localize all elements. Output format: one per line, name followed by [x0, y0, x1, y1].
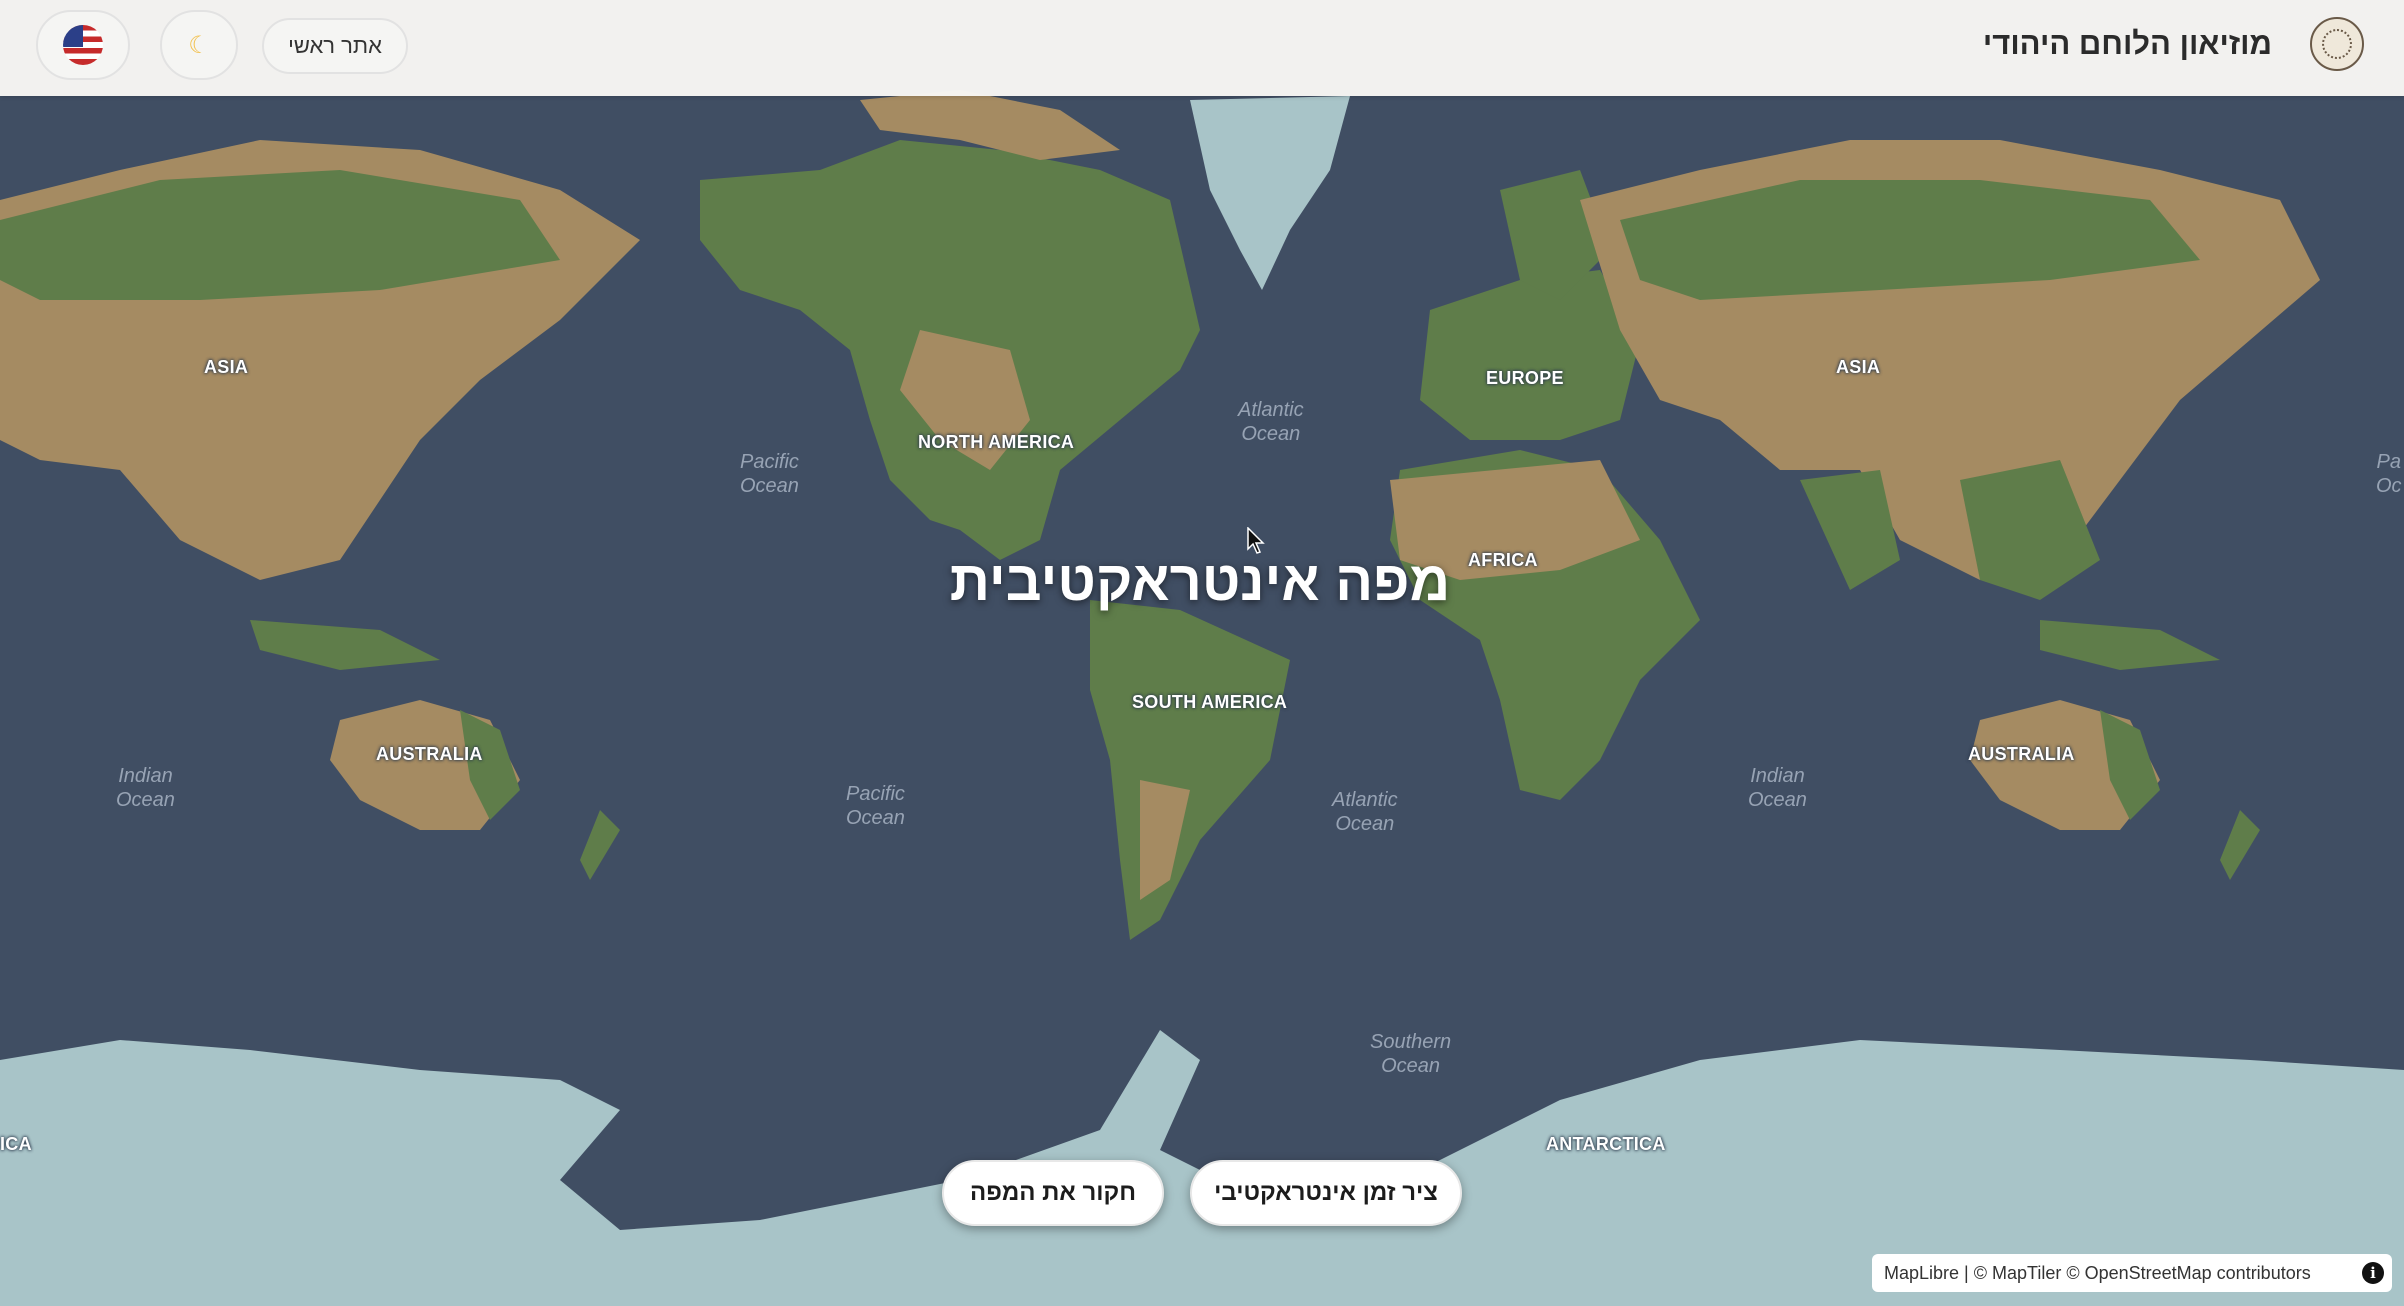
- page-title: מפה אינטראקטיבית: [949, 549, 1451, 612]
- south-america-landmass: [1090, 600, 1290, 940]
- label-antarctica-edge: ICA: [0, 1134, 32, 1154]
- theme-toggle-button[interactable]: ☾: [160, 10, 238, 80]
- label-north-america: NORTH AMERICA: [918, 432, 1075, 452]
- label-asia-east: ASIA: [1836, 357, 1881, 377]
- label-asia-west: ASIA: [204, 357, 249, 377]
- label-indian-west: Indian Ocean: [116, 765, 175, 811]
- interactive-timeline-button[interactable]: ציר זמן אינטראקטיבי: [1190, 1160, 1462, 1226]
- site-title[interactable]: מוזיאון הלוחם היהודי: [1983, 26, 2272, 62]
- top-header: מוזיאון הלוחם היהודי אתר ראשי ☾: [0, 0, 2404, 96]
- explore-map-button[interactable]: חקור את המפה: [942, 1160, 1164, 1226]
- label-atlantic-north: Atlantic Ocean: [1238, 399, 1304, 445]
- language-toggle-button[interactable]: [36, 10, 130, 80]
- indonesia-east: [2040, 620, 2220, 670]
- label-europe: EUROPE: [1486, 368, 1564, 388]
- home-link-button[interactable]: אתר ראשי: [262, 18, 408, 74]
- label-south-america: SOUTH AMERICA: [1132, 692, 1288, 712]
- map-canvas[interactable]: [0, 0, 2404, 1306]
- mouse-cursor-icon: [1247, 527, 1265, 554]
- page: ASIA ASIA NORTH AMERICA EUROPE AFRICA SO…: [0, 0, 2404, 1306]
- label-indian-east: Indian Ocean: [1748, 765, 1807, 811]
- label-pacific-south: Pacific Ocean: [846, 783, 905, 829]
- moon-icon: ☾: [188, 31, 210, 59]
- label-pacific-edge: Pa Oc: [2376, 451, 2402, 497]
- us-flag-icon: [63, 25, 103, 65]
- europe-landmass: [1420, 270, 1640, 440]
- label-antarctica: ANTARCTICA: [1546, 1134, 1666, 1154]
- greenland-landmass: [1190, 96, 1350, 290]
- label-australia-west: AUSTRALIA: [376, 744, 483, 764]
- world-map[interactable]: ASIA ASIA NORTH AMERICA EUROPE AFRICA SO…: [0, 0, 2404, 1306]
- museum-logo-icon[interactable]: [2310, 17, 2364, 71]
- label-pacific-north: Pacific Ocean: [740, 451, 799, 497]
- label-australia-east: AUSTRALIA: [1968, 744, 2075, 764]
- label-atlantic-south: Atlantic Ocean: [1332, 789, 1398, 835]
- new-zealand-west: [580, 810, 620, 880]
- info-icon[interactable]: i: [2362, 1262, 2384, 1284]
- new-zealand-east: [2220, 810, 2260, 880]
- attribution-text[interactable]: MapLibre | © MapTiler © OpenStreetMap co…: [1884, 1263, 2311, 1284]
- map-attribution: MapLibre | © MapTiler © OpenStreetMap co…: [1872, 1254, 2392, 1292]
- label-southern-ocean: Southern Ocean: [1370, 1031, 1452, 1077]
- indonesia-west: [250, 620, 440, 670]
